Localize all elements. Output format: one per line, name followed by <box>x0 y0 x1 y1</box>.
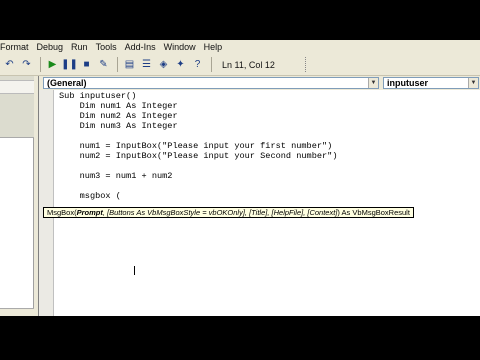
tooltip-suffix: ) As VbMsgBoxResult <box>337 208 410 217</box>
text-cursor <box>134 266 135 275</box>
chevron-down-icon[interactable]: ▼ <box>468 78 478 88</box>
menu-debug[interactable]: Debug <box>33 42 68 52</box>
cursor-position-status: Ln 11, Col 12 <box>222 59 275 70</box>
toolbar-separator <box>40 57 41 72</box>
object-combo[interactable]: (General) ▼ <box>43 77 379 89</box>
menu-format[interactable]: Format <box>0 42 33 52</box>
reset-icon[interactable]: ■ <box>79 57 94 72</box>
quick-info-tooltip: MsgBox(Prompt, [Buttons As VbMsgBoxStyle… <box>43 207 414 218</box>
project-tree-area[interactable] <box>0 76 34 138</box>
procedure-combo[interactable]: inputuser ▼ <box>383 77 479 89</box>
code-editor[interactable]: Sub inputuser() Dim num1 As Integer Dim … <box>59 91 479 311</box>
code-line: msgbox ( <box>59 191 121 201</box>
margin-indicator-bar[interactable] <box>39 90 54 316</box>
object-combo-value: (General) <box>47 78 87 88</box>
undo-icon[interactable]: ↶ <box>2 57 17 72</box>
project-explorer-pane <box>0 76 34 316</box>
menu-add-ins[interactable]: Add-Ins <box>121 42 160 52</box>
standard-toolbar: ↶ ↷ ▶ ❚❚ ■ ✎ ▤ ☰ ◈ ✦ ? Ln 11, Col 12 <box>0 54 480 76</box>
code-line: num2 = InputBox("Please input your Secon… <box>59 151 338 161</box>
chevron-down-icon[interactable]: ▼ <box>368 78 378 88</box>
design-mode-icon[interactable]: ✎ <box>96 57 111 72</box>
code-line: Dim num3 As Integer <box>59 121 178 131</box>
run-icon[interactable]: ▶ <box>45 57 60 72</box>
project-explorer-icon[interactable]: ▤ <box>122 57 137 72</box>
code-line: Dim num2 As Integer <box>59 111 178 121</box>
letterbox-bottom <box>0 316 480 360</box>
help-icon[interactable]: ? <box>190 57 205 72</box>
code-window: (General) ▼ inputuser ▼ Sub inputuser() … <box>38 76 480 316</box>
toolbox-icon[interactable]: ✦ <box>173 57 188 72</box>
code-line: Sub inputuser() <box>59 91 137 101</box>
code-line: num1 = InputBox("Please input your first… <box>59 141 333 151</box>
tooltip-current-param: Prompt <box>76 208 103 217</box>
tooltip-params: , [Buttons As VbMsgBoxStyle = vbOKOnly],… <box>102 208 338 217</box>
video-frame: Format Debug Run Tools Add-Ins Window He… <box>0 0 480 360</box>
menu-help[interactable]: Help <box>200 42 227 52</box>
toolbar-separator <box>211 57 212 72</box>
menu-window[interactable]: Window <box>160 42 200 52</box>
properties-pane-bottom <box>0 308 34 316</box>
properties-icon[interactable]: ☰ <box>139 57 154 72</box>
toolbar-separator <box>117 57 118 72</box>
menu-tools[interactable]: Tools <box>92 42 121 52</box>
project-tree-header <box>0 80 34 94</box>
redo-icon[interactable]: ↷ <box>19 57 34 72</box>
pause-icon[interactable]: ❚❚ <box>61 57 78 72</box>
menu-bar: Format Debug Run Tools Add-Ins Window He… <box>0 40 480 54</box>
object-browser-icon[interactable]: ◈ <box>156 57 171 72</box>
code-line: num3 = num1 + num2 <box>59 171 173 181</box>
procedure-combo-value: inputuser <box>387 78 429 88</box>
menu-run[interactable]: Run <box>67 42 92 52</box>
toolbar-grip[interactable] <box>304 57 309 72</box>
code-line: Dim num1 As Integer <box>59 101 178 111</box>
vba-editor-window: Format Debug Run Tools Add-Ins Window He… <box>0 40 480 316</box>
code-window-combos: (General) ▼ inputuser ▼ <box>39 76 480 90</box>
letterbox-top <box>0 0 480 40</box>
tooltip-prefix: MsgBox( <box>47 208 77 217</box>
